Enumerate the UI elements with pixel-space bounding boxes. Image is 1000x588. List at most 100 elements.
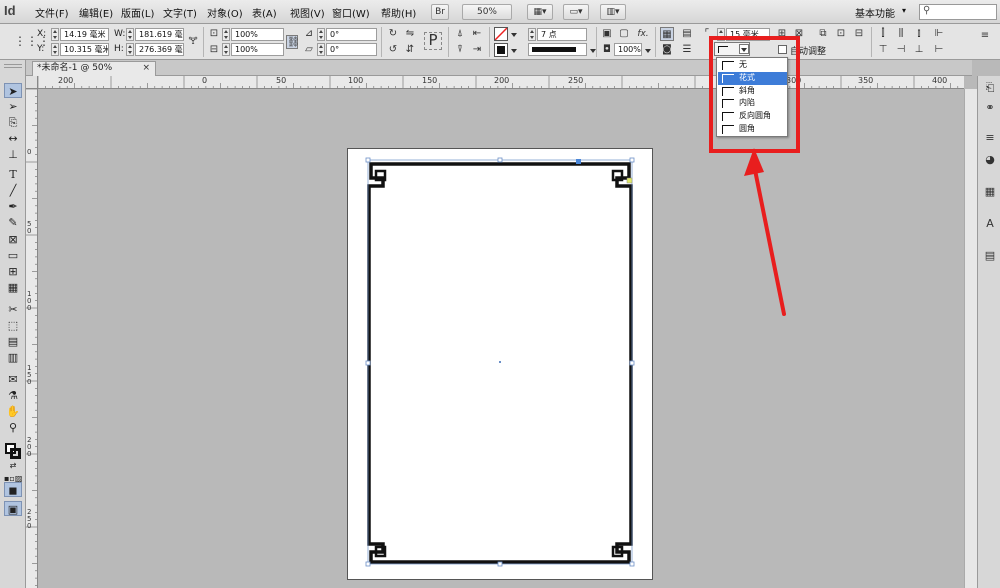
menu-edit[interactable]: 编辑(E) [79,5,113,20]
object-style-icon[interactable]: ◘ [600,43,614,57]
constrain-scale-icon[interactable]: ⛓ [286,35,300,49]
height-field[interactable]: 276.369 毫米 [135,43,184,56]
fill-stroke-icon[interactable] [4,442,22,460]
flip-horizontal-icon[interactable]: ⇋ [403,27,417,41]
resize-handle[interactable] [629,561,635,567]
fx-effects-icon[interactable]: fx. [636,27,650,41]
wrap-jump-icon[interactable]: ☰ [680,43,694,57]
opacity-field[interactable]: 100% [614,43,642,56]
menu-help[interactable]: 帮助(H) [381,5,416,20]
rotate-90-cw-icon[interactable]: ↻ [386,27,400,41]
links-panel-icon[interactable]: ⚭ [982,100,998,116]
swatches-panel-icon[interactable]: ◕ [982,152,998,168]
scale-x-spinner[interactable] [222,28,230,41]
menu-file[interactable]: 文件(F) [35,5,69,20]
stroke-panel-icon[interactable]: ≡ [982,130,998,146]
scale-x-field[interactable]: 100% [231,28,284,41]
direct-selection-tool-icon[interactable]: ➢ [4,99,22,114]
stroke-type-dropdown[interactable] [528,43,587,56]
distribute-spacing-icon[interactable]: ⊢ [932,43,946,57]
chevron-down-icon[interactable] [645,49,651,53]
selection-tool-icon[interactable]: ➤ [4,83,22,98]
menu-type[interactable]: 文字(T) [163,5,197,20]
pages-panel-icon[interactable]: ⎗ [982,80,998,96]
select-content-icon[interactable]: ⍒ [453,43,467,57]
align-top-icon[interactable]: ⊤ [876,43,890,57]
free-transform-tool-icon[interactable]: ⬚ [4,318,22,333]
x-field[interactable]: 14.19 毫米 [60,28,109,41]
zoom-level-dropdown[interactable]: 50% [462,4,512,20]
menu-view[interactable]: 视图(V) [290,5,325,20]
gap-tool-icon[interactable]: ↔ [4,131,22,146]
stroke-weight-field[interactable]: 7 点 [537,28,587,41]
fit-proportionally-icon[interactable]: ⧉ [816,27,830,41]
fill-none-icon[interactable] [494,27,508,41]
x-spinner[interactable] [51,28,59,41]
align-left-icon[interactable]: ⫿ [876,27,890,41]
w-spinner[interactable] [126,28,134,41]
y-field[interactable]: 10.315 毫米 [60,43,109,56]
y-spinner[interactable] [51,43,59,56]
shear-angle-field[interactable]: 0° [326,43,377,56]
paragraph-styles-icon[interactable]: ▤ [982,248,998,264]
table-panel-icon[interactable]: ▦ [982,184,998,200]
panel-menu-icon[interactable]: ≡ [978,29,992,43]
select-next-icon[interactable]: ⇥ [470,43,484,57]
resize-handle[interactable] [629,360,635,366]
flip-vertical-icon[interactable]: ⇵ [403,43,417,57]
gradient-swatch-tool-icon[interactable]: ▤ [4,334,22,349]
vertical-scrollbar[interactable] [964,89,977,588]
grid-tool-icon[interactable]: ▦ [4,280,22,295]
chevron-down-icon[interactable]: ▾ [902,6,906,15]
view-mode-icon[interactable]: ◼ [4,482,22,497]
type-tool-icon[interactable]: T [4,167,22,182]
select-previous-icon[interactable]: ⇤ [470,27,484,41]
line-tool-icon[interactable]: ╱ [4,183,22,198]
distribute-icon[interactable]: ⊩ [932,27,946,41]
rectangle-tool-icon[interactable]: ▭ [4,248,22,263]
screen-mode-button[interactable]: ▭▾ [563,4,589,20]
select-container-icon[interactable]: ⍋ [453,27,467,41]
view-options-button[interactable]: ▦▾ [527,4,553,20]
pen-tool-icon[interactable]: ✒ [4,199,22,214]
selected-frame[interactable] [347,148,653,580]
gradient-feather-tool-icon[interactable]: ▥ [4,350,22,365]
page-tool-icon[interactable]: ⎘ [4,115,22,130]
center-content-icon[interactable]: ⊟ [852,27,866,41]
search-input[interactable]: ⚲ [919,4,997,20]
live-corner-handle[interactable] [626,177,633,184]
screen-mode-icon[interactable]: ▣ [4,501,22,516]
align-bottom-icon[interactable]: ⊥ [912,43,926,57]
table-tool-icon[interactable]: ⊞ [4,264,22,279]
align-right-icon[interactable]: ⫾ [912,27,926,41]
rotate-spinner[interactable] [317,28,325,41]
reference-point-icon[interactable]: ⋮⋮⋮ [14,34,50,48]
zoom-tool-icon[interactable]: ⚲ [4,420,22,435]
chevron-down-icon[interactable] [511,49,517,53]
scale-y-spinner[interactable] [222,43,230,56]
note-tool-icon[interactable]: ✉ [4,372,22,387]
resize-handle[interactable] [497,561,503,567]
resize-handle[interactable] [365,561,371,567]
tools-grip[interactable] [4,64,22,68]
content-collector-icon[interactable]: ⊥ [4,147,22,162]
h-spinner[interactable] [126,43,134,56]
horizontal-ruler[interactable]: 200 0 50 100 150 200 250 300 350 400 [38,76,964,89]
menu-window[interactable]: 窗口(W) [332,5,370,20]
wrap-none-icon[interactable]: ▦ [660,27,674,41]
document-tab[interactable]: *未命名-1 @ 50% × [32,61,156,76]
constrain-proportions-icon[interactable]: 🝖 [186,35,200,49]
drop-shadow-icon[interactable]: ▣ [600,27,614,41]
resize-handle[interactable] [365,360,371,366]
stroke-swatch-icon[interactable] [494,43,508,57]
shear-spinner[interactable] [317,43,325,56]
pencil-tool-icon[interactable]: ✎ [4,215,22,230]
wrap-shape-icon[interactable]: ◙ [660,43,674,57]
rectangle-frame-tool-icon[interactable]: ⊠ [4,232,22,247]
arrange-documents-button[interactable]: ▥▾ [600,4,626,20]
resize-handle[interactable] [497,157,503,163]
scale-y-field[interactable]: 100% [231,43,284,56]
workspace-switcher[interactable]: 基本功能 [855,5,895,20]
character-styles-icon[interactable]: A [982,216,998,232]
chevron-down-icon[interactable] [511,33,517,37]
